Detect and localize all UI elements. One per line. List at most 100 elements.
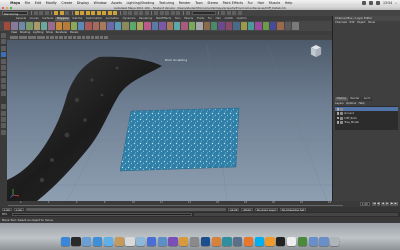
go-to-start-button[interactable]: |◀ [372, 201, 377, 206]
new-scene-icon[interactable] [33, 11, 38, 15]
offset-edge-loop-icon[interactable] [137, 22, 144, 30]
boolean-intersection-icon[interactable] [100, 22, 107, 30]
ipr-render-icon[interactable] [170, 11, 175, 15]
film-gate-icon[interactable] [32, 35, 37, 40]
skype-dock-icon[interactable] [254, 236, 264, 246]
four-view-layout-icon[interactable] [1, 110, 6, 116]
show-manipulator-icon[interactable] [1, 84, 6, 90]
hypershade-icon[interactable] [233, 22, 240, 30]
select-hierarchy-icon[interactable] [54, 11, 59, 15]
layer-color-swatch[interactable] [340, 112, 344, 116]
persp-outliner-layout-icon[interactable] [1, 117, 6, 123]
tab-display-layers[interactable]: Display [335, 97, 348, 102]
current-frame-field[interactable]: 1.00 [360, 201, 370, 206]
menubar-clock[interactable]: 13:54 [383, 1, 392, 5]
textedit-dock-icon[interactable] [287, 236, 297, 246]
harden-edge-icon[interactable] [247, 22, 255, 30]
viewport-menu-view[interactable]: View [11, 31, 17, 35]
range-slider-bar[interactable] [26, 207, 226, 212]
select-tool-icon[interactable] [1, 33, 6, 38]
channel-box-menu-channels[interactable]: Channels [335, 21, 347, 24]
lasso-tool-icon[interactable] [1, 39, 6, 45]
volume-icon[interactable] [369, 1, 374, 5]
vlc-dock-icon[interactable] [265, 236, 275, 246]
layer-visibility-toggle[interactable]: V [336, 112, 340, 116]
soften-edge-icon[interactable] [240, 22, 247, 30]
tab-render-layers[interactable]: Render [348, 97, 362, 102]
uv-editor-icon[interactable] [210, 22, 218, 30]
mask-deformers-icon[interactable] [96, 11, 101, 15]
automatic-mapping-icon[interactable] [225, 22, 233, 30]
move-tool-icon[interactable] [1, 52, 6, 58]
itunes-dock-icon[interactable] [146, 236, 157, 246]
viewport-menu-renderer[interactable]: Renderer [56, 31, 68, 35]
shadows-icon[interactable] [81, 35, 86, 40]
viewport-menu-shading[interactable]: Shading [20, 31, 31, 35]
documents-dock-icon[interactable] [319, 236, 329, 246]
select-camera-icon[interactable] [10, 35, 14, 40]
triangulate-icon[interactable] [196, 22, 203, 30]
mail-dock-icon[interactable] [82, 236, 92, 246]
quick-selection-field[interactable] [191, 11, 216, 15]
snap-grid-icon[interactable] [122, 11, 127, 15]
image-plane-icon[interactable] [23, 35, 28, 40]
extrude-icon[interactable] [151, 22, 159, 30]
layer-color-swatch[interactable] [340, 120, 344, 124]
battery-icon[interactable] [376, 1, 381, 5]
poly-plane-icon[interactable] [40, 22, 48, 30]
iphoto-dock-icon[interactable] [157, 236, 167, 246]
fill-hole-icon[interactable] [262, 22, 270, 30]
mask-rendering-icon[interactable] [107, 11, 112, 15]
firefox-dock-icon[interactable] [243, 236, 254, 246]
ical-dock-icon[interactable] [125, 236, 135, 246]
go-to-end-button[interactable]: ▶| [394, 201, 398, 206]
quadrangulate-icon[interactable] [203, 22, 210, 30]
separate-icon[interactable] [63, 22, 70, 30]
viewport-menu-lighting[interactable]: Lighting [33, 31, 43, 35]
use-all-lights-icon[interactable] [77, 35, 81, 40]
animation-end-field[interactable]: 48.00 [241, 207, 253, 212]
reduce-icon[interactable] [188, 22, 196, 30]
delete-edge-icon[interactable] [181, 22, 188, 30]
freeze-transforms-icon[interactable] [284, 22, 292, 30]
smooth-shade-icon[interactable] [63, 35, 68, 40]
open-scene-icon[interactable] [39, 11, 44, 15]
perspective-viewport[interactable]: Rock Sculpting [7, 40, 332, 201]
xray-icon[interactable] [99, 35, 104, 40]
mudbox-dock-icon[interactable] [233, 236, 243, 246]
scale-tool-icon[interactable] [1, 64, 6, 70]
menu-set-select[interactable]: Rendering [2, 10, 28, 16]
xray-joints-icon[interactable] [104, 35, 108, 40]
layer-color-swatch[interactable] [340, 107, 344, 111]
extract-icon[interactable] [70, 22, 77, 30]
poly-sphere-icon[interactable] [11, 22, 18, 30]
poly-cone-icon[interactable] [33, 22, 40, 30]
input-line-mode-icon[interactable] [186, 11, 191, 15]
poly-cylinder-icon[interactable] [26, 22, 33, 30]
viewport-menu-panels[interactable]: Panels [70, 31, 78, 35]
channel-box-toggle-icon[interactable] [237, 11, 242, 15]
wireframe-on-shaded-icon[interactable] [68, 35, 72, 40]
preview-dock-icon[interactable] [136, 236, 146, 246]
command-input[interactable] [12, 212, 192, 217]
ground-plane-mesh[interactable] [119, 107, 240, 172]
center-pivot-icon[interactable] [277, 22, 284, 30]
imovie-dock-icon[interactable] [168, 236, 178, 246]
minimize-window-icon[interactable] [5, 6, 9, 10]
activity-monitor-dock-icon[interactable] [297, 236, 308, 246]
gate-mask-icon[interactable] [41, 35, 45, 40]
delete-history-icon[interactable] [292, 22, 299, 30]
motion-blur-icon[interactable] [90, 35, 95, 40]
address-book-dock-icon[interactable] [114, 236, 124, 246]
wifi-icon[interactable] [362, 1, 367, 5]
camera-attributes-icon[interactable] [14, 35, 19, 40]
reverse-normals-icon[interactable] [255, 22, 262, 30]
mask-misc-icon[interactable] [113, 11, 118, 15]
viewport-menu-show[interactable]: Show [46, 31, 53, 35]
layer-menu-layers[interactable]: Layers [335, 102, 344, 105]
last-tool-icon[interactable] [1, 90, 6, 96]
split-polygon-icon[interactable] [122, 22, 129, 30]
render-current-frame-icon[interactable] [165, 11, 170, 15]
safe-title-icon[interactable] [54, 35, 59, 40]
textured-icon[interactable] [72, 35, 77, 40]
